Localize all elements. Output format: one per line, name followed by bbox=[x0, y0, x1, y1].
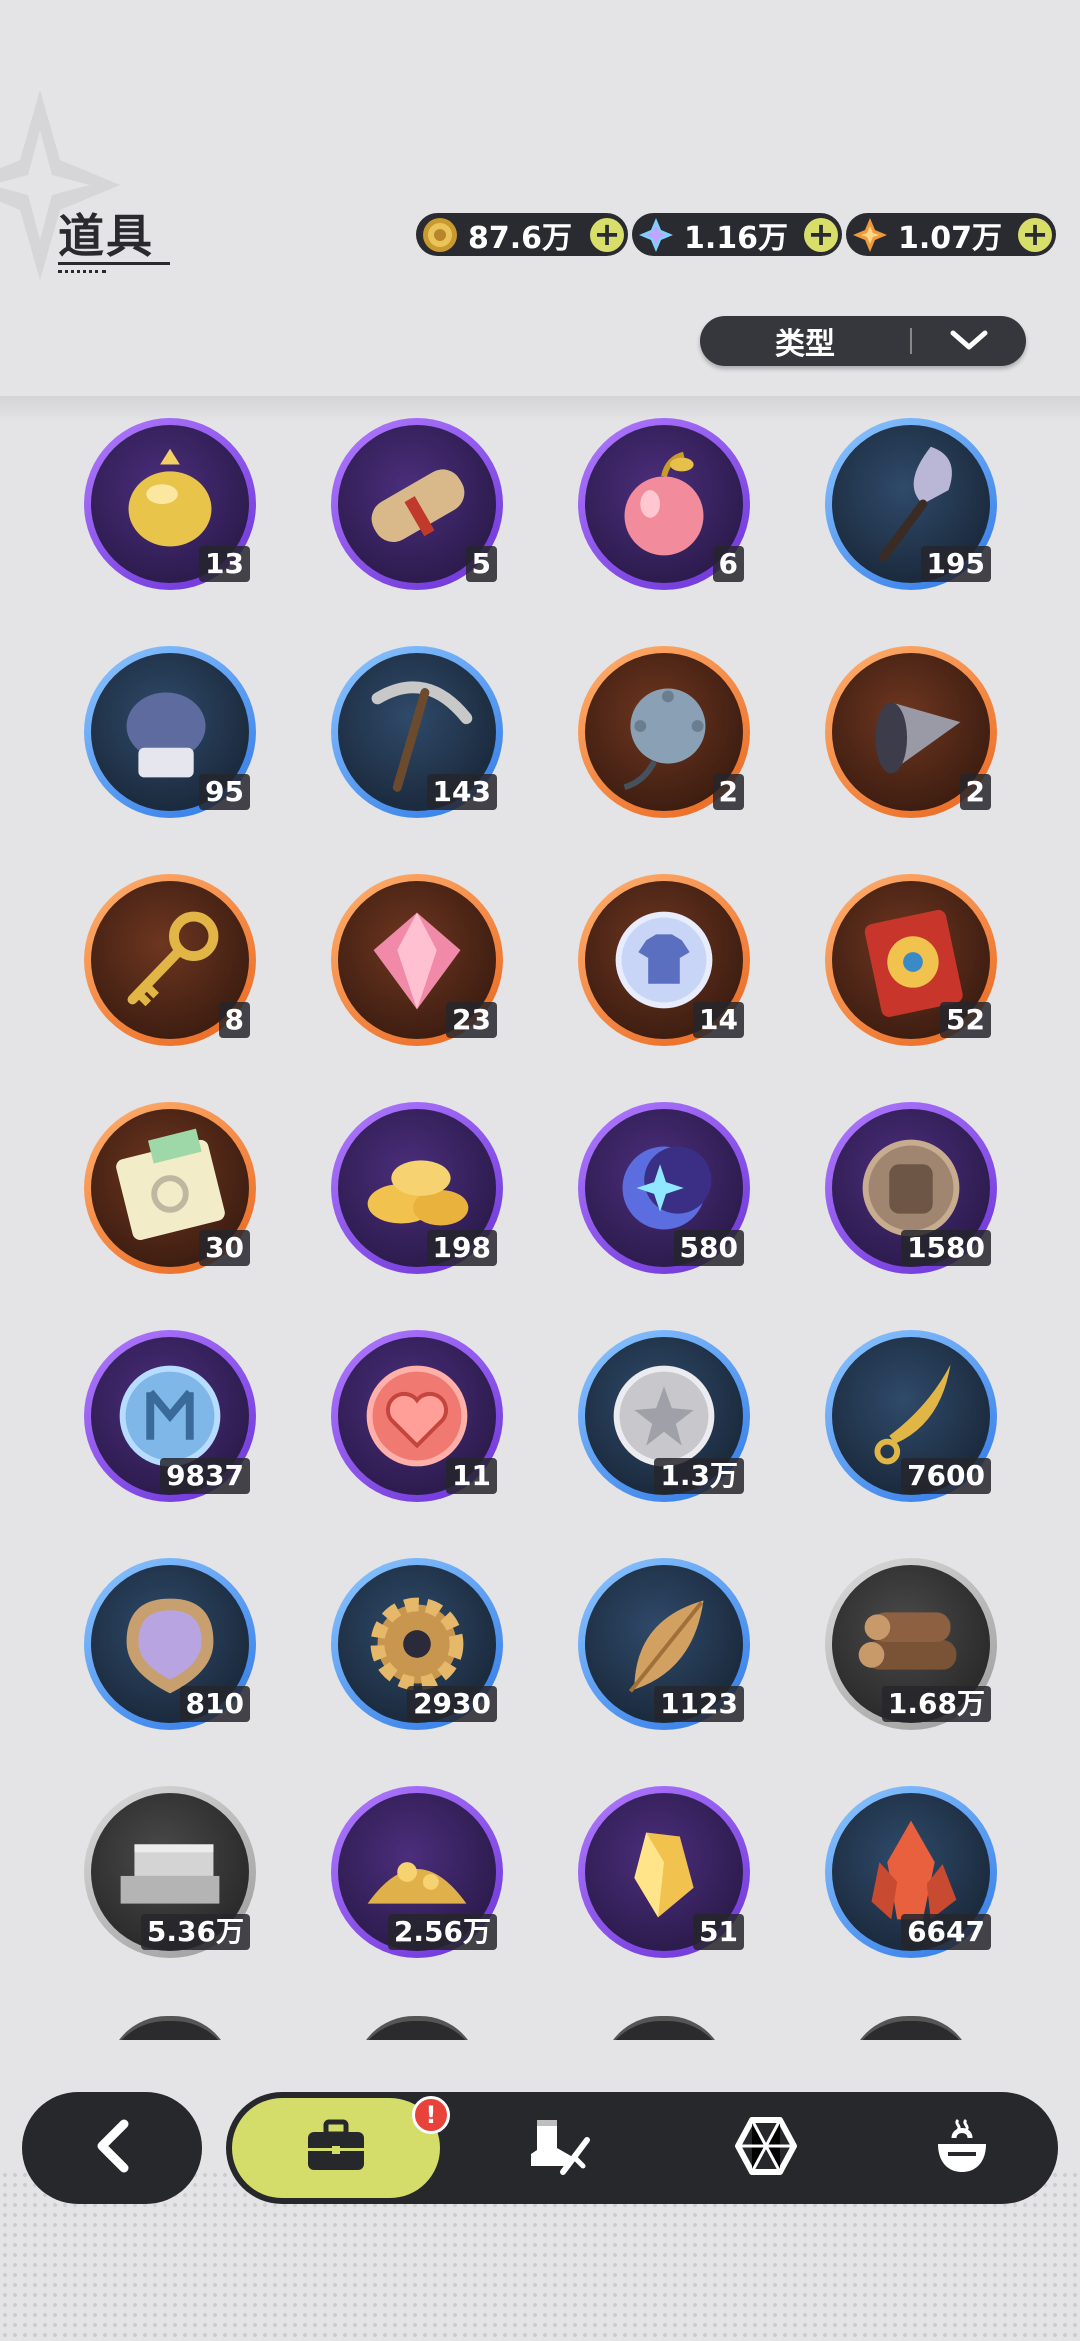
inventory-item[interactable]: 5 bbox=[331, 418, 503, 590]
type-filter-dropdown[interactable]: 类型 bbox=[700, 316, 1026, 366]
amber-star-gem-icon bbox=[850, 215, 890, 255]
item-count: 51 bbox=[693, 1914, 744, 1950]
gold-coin-icon bbox=[420, 215, 460, 255]
chevron-left-icon bbox=[92, 2118, 132, 2178]
item-count: 14 bbox=[693, 1002, 744, 1038]
title-underline bbox=[58, 262, 170, 265]
item-count: 5.36万 bbox=[140, 1914, 250, 1950]
page-title-block: 道具 bbox=[58, 200, 170, 273]
item-count: 30 bbox=[199, 1230, 250, 1266]
item-count: 2 bbox=[959, 774, 991, 810]
inventory-item[interactable]: 2.56万 bbox=[331, 1786, 503, 1958]
inventory-item[interactable]: 52 bbox=[825, 874, 997, 1046]
item-count: 2.56万 bbox=[387, 1914, 497, 1950]
inventory-item[interactable]: 23 bbox=[331, 874, 503, 1046]
item-count: 143 bbox=[426, 774, 497, 810]
inventory-item[interactable]: 195 bbox=[825, 418, 997, 590]
hexagon-icon bbox=[734, 2114, 798, 2182]
item-count: 9837 bbox=[160, 1458, 250, 1494]
item-grid: 13 5 6 195 95 143 2 2 8 23 14 52 30 198 580 1580 9837 11 1… bbox=[0, 418, 1080, 2040]
type-filter-label: 类型 bbox=[775, 327, 835, 362]
item-count: 1.68万 bbox=[881, 1686, 991, 1722]
page-title: 道具 bbox=[58, 209, 154, 263]
currency-amber-value: 1.07万 bbox=[898, 220, 1003, 256]
inventory-item[interactable]: 5.36万 bbox=[84, 1786, 256, 1958]
currency-gold: 87.6万 + bbox=[416, 213, 628, 256]
inventory-item[interactable]: 95 bbox=[84, 646, 256, 818]
item-count: 2930 bbox=[407, 1686, 497, 1722]
item-count: 1580 bbox=[901, 1230, 991, 1266]
item-count: 580 bbox=[673, 1230, 744, 1266]
add-amber-button[interactable]: + bbox=[1018, 217, 1052, 252]
inventory-item[interactable]: 1580 bbox=[825, 1102, 997, 1274]
inventory-item[interactable]: 1.3万 bbox=[578, 1330, 750, 1502]
inventory-item[interactable]: 810 bbox=[84, 1558, 256, 1730]
bottom-nav: ! bbox=[226, 2092, 1058, 2204]
item-count: 7600 bbox=[901, 1458, 991, 1494]
item-count: 1123 bbox=[654, 1686, 744, 1722]
inventory-item[interactable]: 1.68万 bbox=[825, 1558, 997, 1730]
item-count: 8 bbox=[218, 1002, 250, 1038]
add-gold-button[interactable]: + bbox=[590, 217, 624, 252]
inventory-item[interactable]: 7600 bbox=[825, 1330, 997, 1502]
inventory-item[interactable]: 1123 bbox=[578, 1558, 750, 1730]
item-count: 6 bbox=[712, 546, 744, 582]
inventory-item[interactable]: 143 bbox=[331, 646, 503, 818]
tab-cooking[interactable] bbox=[892, 2092, 1032, 2204]
add-crystal-button[interactable]: + bbox=[804, 217, 838, 252]
inventory-item[interactable]: 580 bbox=[578, 1102, 750, 1274]
inventory-item[interactable]: 2930 bbox=[331, 1558, 503, 1730]
currency-gold-value: 87.6万 bbox=[468, 220, 573, 256]
item-count: 23 bbox=[446, 1002, 497, 1038]
currency-crystal-value: 1.16万 bbox=[684, 220, 789, 256]
item-count: 5 bbox=[465, 546, 497, 582]
currency-crystal: 1.16万 + bbox=[632, 213, 842, 256]
back-button[interactable] bbox=[22, 2092, 202, 2204]
notification-badge: ! bbox=[412, 2096, 450, 2134]
inventory-item[interactable]: 6647 bbox=[825, 1786, 997, 1958]
tab-items[interactable]: ! bbox=[232, 2096, 450, 2198]
crystal-gem-icon bbox=[636, 215, 676, 255]
inventory-item[interactable]: 11 bbox=[331, 1330, 503, 1502]
inventory-item[interactable]: 9837 bbox=[84, 1330, 256, 1502]
inventory-item[interactable]: 2 bbox=[578, 646, 750, 818]
briefcase-icon bbox=[304, 2118, 368, 2178]
item-count: 1.3万 bbox=[654, 1458, 744, 1494]
item-count: 95 bbox=[199, 774, 250, 810]
item-count: 52 bbox=[940, 1002, 991, 1038]
inventory-item[interactable]: 6 bbox=[578, 418, 750, 590]
inventory-item[interactable]: 30 bbox=[84, 1102, 256, 1274]
item-count: 198 bbox=[426, 1230, 497, 1266]
item-count: 2 bbox=[712, 774, 744, 810]
inventory-item[interactable]: 198 bbox=[331, 1102, 503, 1274]
inventory-item[interactable]: 2 bbox=[825, 646, 997, 818]
pot-icon bbox=[930, 2114, 994, 2182]
item-count: 11 bbox=[446, 1458, 497, 1494]
item-count: 810 bbox=[179, 1686, 250, 1722]
title-dots bbox=[58, 270, 106, 273]
chevron-down-icon bbox=[912, 329, 1026, 353]
item-count: 195 bbox=[920, 546, 991, 582]
currency-amber: 1.07万 + bbox=[846, 213, 1056, 256]
inventory-item[interactable]: 8 bbox=[84, 874, 256, 1046]
boot-sword-icon bbox=[523, 2114, 593, 2182]
tab-materials[interactable] bbox=[696, 2092, 836, 2204]
item-count: 6647 bbox=[901, 1914, 991, 1950]
inventory-item[interactable]: 14 bbox=[578, 874, 750, 1046]
tab-equipment[interactable] bbox=[488, 2092, 628, 2204]
inventory-item[interactable]: 51 bbox=[578, 1786, 750, 1958]
item-count: 13 bbox=[199, 546, 250, 582]
inventory-item[interactable]: 13 bbox=[84, 418, 256, 590]
